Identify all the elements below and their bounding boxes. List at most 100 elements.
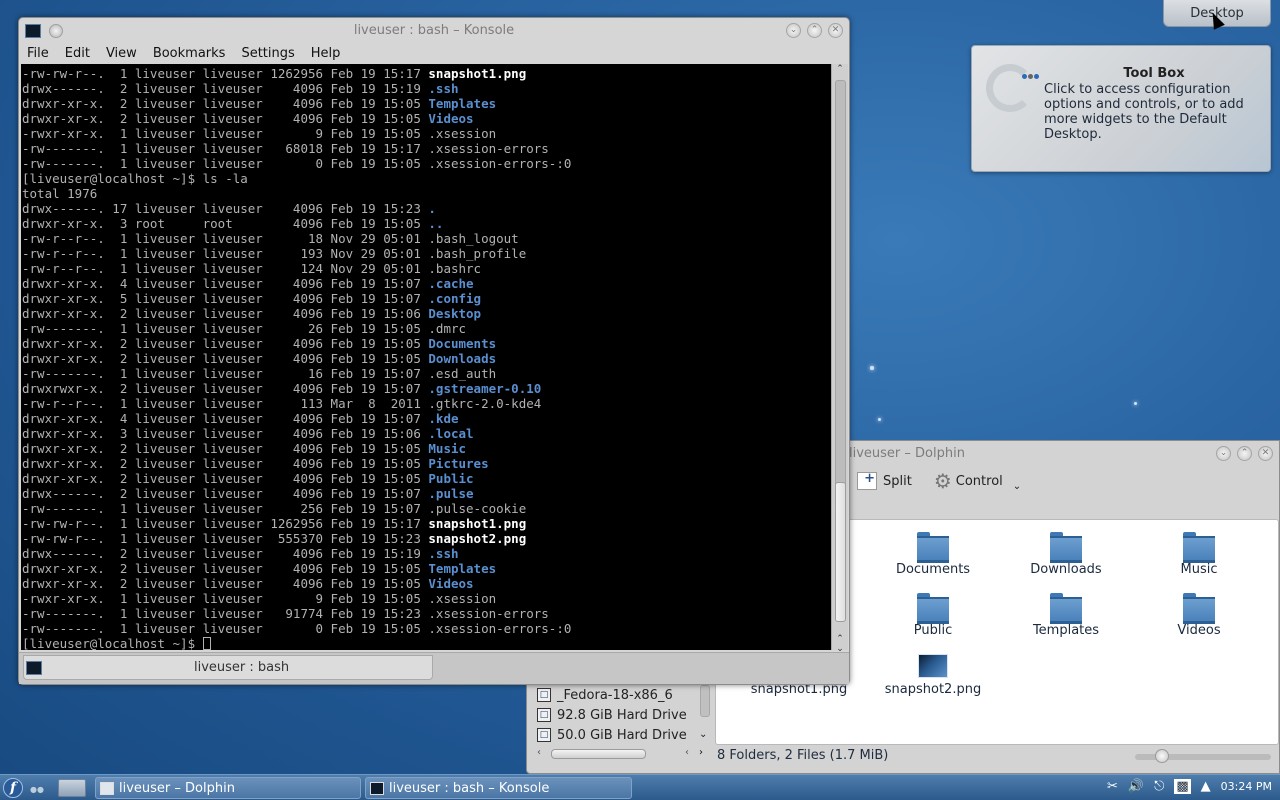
usb-device-icon[interactable]: ⎋ xyxy=(1154,779,1164,794)
terminal-prompt[interactable]: [liveuser@localhost ~]$ xyxy=(22,636,831,650)
file-name: .dmrc xyxy=(428,321,467,336)
menu-view[interactable]: View xyxy=(106,46,137,61)
toolbox-title: Tool Box xyxy=(1123,66,1185,81)
scroll-left-icon[interactable]: ‹ xyxy=(537,747,541,758)
places-vertical-scrollbar[interactable]: ⌄ xyxy=(697,685,713,745)
terminal-line: drwxr-xr-x. 2 liveuser liveuser 4096 Feb… xyxy=(22,561,831,576)
file-name: .local xyxy=(428,426,474,441)
drive-icon: □ xyxy=(537,728,551,742)
terminal-line-text: total 1976 xyxy=(22,186,98,201)
terminal-line: -rw-r--r--. 1 liveuser liveuser 18 Nov 2… xyxy=(22,231,831,246)
image-file-icon xyxy=(918,654,948,678)
scroll-down-icon[interactable]: ⌄ xyxy=(699,729,707,740)
folder-item[interactable]: Documents xyxy=(878,532,988,577)
wallpaper-sparkle xyxy=(870,366,874,370)
pager-icon[interactable]: ●● xyxy=(30,785,44,794)
folder-label: Public xyxy=(913,623,953,638)
konsole-tabbar: liveuser : bash xyxy=(19,652,849,684)
folder-item[interactable]: Music xyxy=(1144,532,1254,577)
drive-icon: □ xyxy=(537,688,551,702)
klipper-scissors-icon[interactable]: ✂ xyxy=(1107,779,1118,794)
terminal-line: drwxr-xr-x. 2 liveuser liveuser 4096 Feb… xyxy=(22,111,831,126)
task-dolphin[interactable]: liveuser – Dolphin xyxy=(95,777,361,799)
file-name: .xsession-errors-:0 xyxy=(428,621,572,636)
zoom-slider[interactable] xyxy=(1135,749,1271,763)
split-button[interactable]: Split xyxy=(883,474,912,489)
scroll-up-icon[interactable]: ⌃ xyxy=(832,64,848,78)
terminal-line-text: -rwxr-xr-x. 1 liveuser liveuser 9 Feb 19… xyxy=(22,591,429,606)
terminal-line: drwx------. 2 liveuser liveuser 4096 Feb… xyxy=(22,81,831,96)
volume-icon[interactable]: 🔊 xyxy=(1128,779,1144,794)
terminal-line: drwxr-xr-x. 4 liveuser liveuser 4096 Feb… xyxy=(22,411,831,426)
close-button[interactable]: ✕ xyxy=(1258,446,1273,461)
konsole-titlebar[interactable]: liveuser : bash – Konsole ⌄ ⌃ ✕ xyxy=(19,18,849,43)
terminal-line-text: -rw-------. 1 liveuser liveuser 91774 Fe… xyxy=(22,606,429,621)
terminal-line: -rw-r--r--. 1 liveuser liveuser 193 Nov … xyxy=(22,246,831,261)
scrollbar-thumb[interactable] xyxy=(835,482,846,622)
task-konsole[interactable]: liveuser : bash – Konsole xyxy=(365,777,632,799)
terminal-line-text: drwxr-xr-x. 2 liveuser liveuser 4096 Feb… xyxy=(22,471,429,486)
folder-item[interactable]: Templates xyxy=(1011,593,1121,638)
terminal-line-text: drwxr-xr-x. 4 liveuser liveuser 4096 Feb… xyxy=(22,276,429,291)
folder-item[interactable]: Videos xyxy=(1144,593,1254,638)
terminal-scrollbar[interactable]: ⌃ ⌃ ⌄ xyxy=(831,64,848,654)
terminal-icon xyxy=(26,661,42,675)
scroll-right-icon[interactable]: › xyxy=(699,747,703,758)
terminal-line: -rw-r--r--. 1 liveuser liveuser 113 Mar … xyxy=(22,396,831,411)
file-item[interactable]: snapshot2.png xyxy=(878,654,988,697)
places-item[interactable]: □ 50.0 GiB Hard Drive xyxy=(531,725,713,745)
menu-help[interactable]: Help xyxy=(311,46,341,61)
folder-item[interactable]: Public xyxy=(878,593,988,638)
terminal-line-text: -rw-r--r--. 1 liveuser liveuser 113 Mar … xyxy=(22,396,429,411)
folder-label: Videos xyxy=(1177,623,1221,638)
places-horizontal-scrollbar[interactable]: ‹ ‹ › xyxy=(535,747,715,761)
network-icon[interactable]: ▩ xyxy=(1174,779,1191,794)
maximize-button[interactable]: ⌃ xyxy=(1237,446,1252,461)
terminal-line: drwxr-xr-x. 2 liveuser liveuser 4096 Feb… xyxy=(22,471,831,486)
menu-edit[interactable]: Edit xyxy=(65,46,90,61)
terminal-line-text: drwxr-xr-x. 3 liveuser liveuser 4096 Feb… xyxy=(22,426,429,441)
menu-file[interactable]: File xyxy=(27,46,49,61)
menu-bookmarks[interactable]: Bookmarks xyxy=(153,46,226,61)
terminal-line-text: drwxr-xr-x. 5 liveuser liveuser 4096 Feb… xyxy=(22,291,429,306)
terminal-line: -rwxr-xr-x. 1 liveuser liveuser 9 Feb 19… xyxy=(22,591,831,606)
scroll-left-icon[interactable]: ‹ xyxy=(685,747,689,758)
clock[interactable]: 03:24 PM xyxy=(1221,780,1272,793)
zoom-slider-handle[interactable] xyxy=(1155,749,1169,763)
terminal-line: [liveuser@localhost ~]$ ls -la xyxy=(22,171,831,186)
close-button[interactable]: ✕ xyxy=(828,23,843,38)
terminal-line: -rwxr-xr-x. 1 liveuser liveuser 9 Feb 19… xyxy=(22,126,831,141)
minimize-button[interactable]: ⌄ xyxy=(1216,446,1231,461)
minimize-button[interactable]: ⌄ xyxy=(786,23,801,38)
terminal-line: drwxr-xr-x. 2 liveuser liveuser 4096 Feb… xyxy=(22,576,831,591)
scroll-down-icon[interactable]: ⌃ ⌄ xyxy=(832,634,848,654)
terminal-line: -rw-rw-r--. 1 liveuser liveuser 1262956 … xyxy=(22,516,831,531)
terminal-line-text: -rw-rw-r--. 1 liveuser liveuser 1262956 … xyxy=(22,66,429,81)
fedora-launcher-icon[interactable]: f xyxy=(3,778,23,798)
places-item-label: 50.0 GiB Hard Drive xyxy=(557,727,687,743)
tab-bash[interactable]: liveuser : bash xyxy=(23,655,433,680)
file-name: snapshot1.png xyxy=(428,66,527,81)
places-item[interactable]: □ _Fedora-18-x86_6 xyxy=(531,685,713,705)
terminal-line: -rw-------. 1 liveuser liveuser 91774 Fe… xyxy=(22,606,831,621)
menu-settings[interactable]: Settings xyxy=(241,46,294,61)
folder-icon xyxy=(1183,593,1215,624)
wallpaper-sparkle xyxy=(878,418,881,421)
file-name: .esd_auth xyxy=(428,366,497,381)
tray-expand-icon[interactable]: ▲ xyxy=(1201,779,1211,794)
terminal-line: drwxr-xr-x. 2 liveuser liveuser 4096 Feb… xyxy=(22,351,831,366)
dolphin-toolbar: Split ⚙ Control ⌄ xyxy=(857,469,1021,493)
terminal-output[interactable]: -rw-rw-r--. 1 liveuser liveuser 1262956 … xyxy=(21,64,831,650)
show-desktop-button[interactable] xyxy=(58,779,86,797)
places-item[interactable]: □ 92.8 GiB Hard Drive xyxy=(531,705,713,725)
terminal-line-text: -rw-rw-r--. 1 liveuser liveuser 555370 F… xyxy=(22,531,429,546)
tab-label: liveuser : bash xyxy=(194,660,290,675)
dolphin-app-icon xyxy=(100,781,114,795)
folder-item[interactable]: Downloads xyxy=(1011,532,1121,577)
maximize-button[interactable]: ⌃ xyxy=(807,23,822,38)
control-button[interactable]: Control xyxy=(956,474,1003,489)
scrollbar-thumb[interactable] xyxy=(551,749,646,759)
folder-label: Templates xyxy=(1032,623,1100,638)
terminal-line: drwxr-xr-x. 2 liveuser liveuser 4096 Feb… xyxy=(22,456,831,471)
chevron-down-icon[interactable]: ⌄ xyxy=(1013,481,1021,492)
